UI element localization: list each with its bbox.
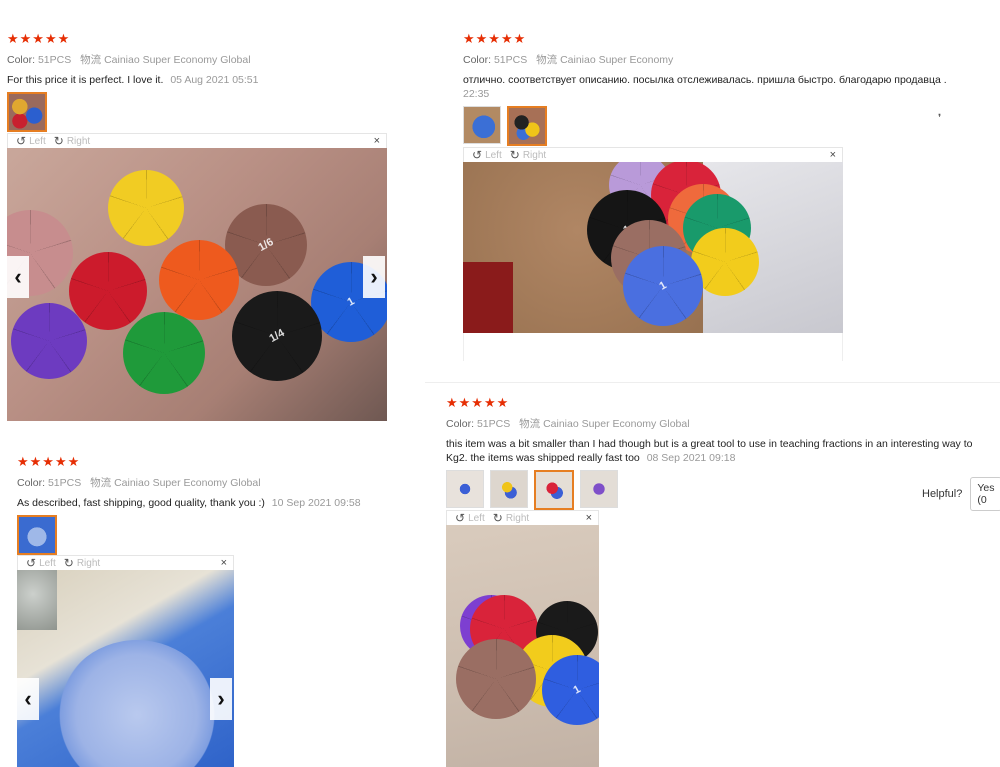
rotate-left-button[interactable]: ↺ Left: [26, 556, 56, 570]
color-value: 51PCS: [476, 418, 511, 430]
review-body: As described, fast shipping, good qualit…: [17, 497, 265, 509]
rotate-right-icon: ↻: [509, 148, 520, 162]
close-icon[interactable]: ×: [221, 557, 227, 569]
color-value: 51PCS: [47, 477, 82, 489]
rotate-left-icon: ↺: [16, 134, 27, 148]
review-1: ★★★★★ Color: 51PCS 物流 Cainiao Super Econ…: [7, 32, 427, 132]
next-image-button[interactable]: ›: [210, 678, 232, 720]
review-thumbnail[interactable]: [17, 515, 57, 555]
rotate-left-icon: ↺: [26, 556, 37, 570]
rotate-right-button[interactable]: ↻ Right: [64, 556, 100, 570]
image-viewer-toolbar: ↺ Left ↻ Right ×: [446, 510, 599, 525]
review-thumbnail[interactable]: [7, 92, 47, 132]
review-text: As described, fast shipping, good qualit…: [17, 496, 417, 510]
shipping-label: 物流: [80, 54, 102, 66]
shipping-label: 物流: [519, 418, 541, 430]
image-viewer-toolbar: ↺ Left ↻ Right ×: [463, 147, 843, 162]
star-rating: ★★★★★: [7, 31, 71, 46]
fraction-disc: 1: [623, 246, 703, 326]
review-thumbnail[interactable]: [463, 106, 501, 144]
color-label: Color:: [7, 54, 36, 66]
prev-image-button[interactable]: ‹: [7, 256, 29, 298]
fraction-disc: [456, 639, 536, 719]
shipping-value: Cainiao Super Economy Global: [543, 418, 690, 430]
color-label: Color:: [463, 54, 492, 66]
rotate-right-icon: ↻: [63, 556, 74, 570]
fraction-disc: [159, 240, 239, 320]
review-photo: 1: [446, 525, 599, 767]
review-meta: Color: 51PCS 物流 Cainiao Super Economy Gl…: [17, 475, 417, 490]
review-meta: Color: 51PCS 物流 Cainiao Super Economy: [463, 52, 953, 67]
review-2: ★★★★★ Color: 51PCS 物流 Cainiao Super Econ…: [463, 32, 953, 146]
review-thumbnail[interactable]: [507, 106, 547, 146]
thumbnail-strip: [17, 515, 417, 555]
photo-frame-bottom: [842, 333, 843, 361]
prev-image-button[interactable]: ‹: [17, 678, 39, 720]
shipping-label: 物流: [536, 54, 558, 66]
fraction-disc: [123, 312, 205, 394]
review-thumbnail[interactable]: [446, 470, 484, 508]
next-image-button[interactable]: ›: [363, 256, 385, 298]
fraction-disc: 1/4: [232, 291, 322, 381]
review-body: For this price it is perfect. I love it.: [7, 74, 164, 86]
helpful-label: Helpful?: [922, 488, 963, 500]
review-body: отлично. соответствует описанию. посылка…: [463, 74, 947, 86]
rotate-left-button[interactable]: ↺ Left: [472, 148, 502, 162]
image-viewer-toolbar: ↺ Left ↻ Right ×: [17, 555, 234, 570]
review-photo: 1 1: [463, 162, 843, 333]
shipping-value: Cainiao Super Economy Global: [104, 54, 251, 66]
shipping-label: 物流: [90, 477, 112, 489]
review-text: this item was a bit smaller than I had t…: [446, 437, 996, 465]
close-icon[interactable]: ×: [374, 135, 380, 147]
color-label: Color:: [17, 477, 46, 489]
review-text: For this price it is perfect. I love it.…: [7, 73, 427, 87]
star-rating: ★★★★★: [17, 454, 81, 469]
thumbnail-strip: [463, 106, 953, 146]
fraction-disc: [108, 170, 184, 246]
review-photo: [17, 570, 234, 767]
review-meta: Color: 51PCS 物流 Cainiao Super Economy Gl…: [7, 52, 427, 67]
rotate-left-button[interactable]: ↺ Left: [16, 134, 46, 148]
review-photo: 1/6 1 1/4: [7, 148, 387, 421]
review-thumbnail[interactable]: [580, 470, 618, 508]
helpful-widget: Helpful? Yes (0: [922, 477, 1000, 511]
rotate-right-button[interactable]: ↻ Right: [510, 148, 546, 162]
review-date: 08 Sep 2021 09:18: [646, 452, 736, 464]
color-label: Color:: [446, 418, 475, 430]
photo-frame-bottom: [463, 333, 464, 361]
stray-glyph: ❜: [938, 113, 942, 124]
review-3: ★★★★★ Color: 51PCS 物流 Cainiao Super Econ…: [17, 455, 417, 555]
review-4: ★★★★★ Color: 51PCS 物流 Cainiao Super Econ…: [446, 396, 996, 510]
thumbnail-strip: [7, 92, 427, 132]
thumbnail-strip: [446, 470, 996, 510]
review-meta: Color: 51PCS 物流 Cainiao Super Economy Gl…: [446, 416, 996, 431]
review-text: отлично. соответствует описанию. посылка…: [463, 73, 953, 101]
fraction-disc: 1: [542, 655, 599, 725]
rotate-right-button[interactable]: ↻ Right: [54, 134, 90, 148]
rotate-left-icon: ↺: [472, 148, 483, 162]
shipping-value: Cainiao Super Economy: [560, 54, 674, 66]
star-rating: ★★★★★: [463, 31, 527, 46]
review-date: 22:35: [463, 88, 490, 100]
rotate-left-button[interactable]: ↺ Left: [455, 511, 485, 525]
review-date: 10 Sep 2021 09:58: [271, 497, 361, 509]
close-icon[interactable]: ×: [830, 149, 836, 161]
section-divider: [425, 382, 1000, 383]
rotate-right-icon: ↻: [492, 511, 503, 525]
fraction-disc: [11, 303, 87, 379]
helpful-yes-button[interactable]: Yes (0: [970, 477, 1000, 511]
color-value: 51PCS: [493, 54, 528, 66]
review-thumbnail[interactable]: [534, 470, 574, 510]
star-rating: ★★★★★: [446, 395, 510, 410]
review-date: 05 Aug 2021 05:51: [170, 74, 259, 86]
close-icon[interactable]: ×: [586, 512, 592, 524]
color-value: 51PCS: [37, 54, 72, 66]
rotate-left-icon: ↺: [455, 511, 466, 525]
review-thumbnail[interactable]: [490, 470, 528, 508]
rotate-right-button[interactable]: ↻ Right: [493, 511, 529, 525]
rotate-right-icon: ↻: [53, 134, 64, 148]
fraction-disc: [69, 252, 147, 330]
image-viewer-toolbar: ↺ Left ↻ Right ×: [7, 133, 387, 148]
shipping-value: Cainiao Super Economy Global: [114, 477, 261, 489]
